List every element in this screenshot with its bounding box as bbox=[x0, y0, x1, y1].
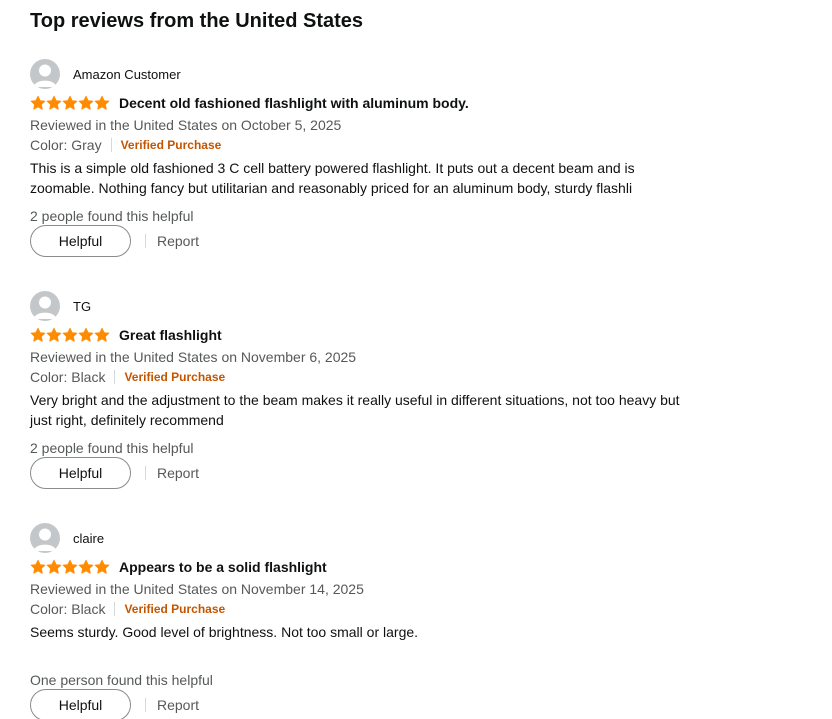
divider bbox=[145, 234, 146, 248]
star-icon bbox=[94, 327, 110, 342]
helpful-count: One person found this helpful bbox=[30, 672, 213, 688]
review-card: TG Great flashlight Reviewed in the Unit… bbox=[30, 290, 810, 510]
helpful-count: 2 people found this helpful bbox=[30, 440, 194, 456]
verified-purchase-badge: Verified Purchase bbox=[124, 370, 226, 384]
avatar-icon bbox=[30, 523, 60, 553]
review-date: Reviewed in the United States on Novembe… bbox=[30, 349, 357, 365]
helpful-button[interactable]: Helpful bbox=[30, 225, 131, 257]
review-actions: Helpful Report bbox=[30, 225, 199, 257]
variant-label: Color: Black bbox=[30, 601, 106, 617]
review-format-strip: Color: Black Verified Purchase bbox=[30, 599, 225, 619]
reviewer-profile[interactable]: claire bbox=[30, 522, 104, 554]
review-card: claire Appears to be a solid flashlight … bbox=[30, 522, 810, 719]
variant-label: Color: Black bbox=[30, 369, 106, 385]
reviewer-profile[interactable]: Amazon Customer bbox=[30, 58, 181, 90]
helpful-button[interactable]: Helpful bbox=[30, 457, 131, 489]
star-icon bbox=[62, 559, 78, 574]
star-icon bbox=[62, 95, 78, 110]
review-format-strip: Color: Black Verified Purchase bbox=[30, 367, 225, 387]
star-icon bbox=[78, 327, 94, 342]
divider bbox=[145, 466, 146, 480]
report-link[interactable]: Report bbox=[157, 697, 199, 713]
divider bbox=[145, 698, 146, 712]
star-icon bbox=[46, 327, 62, 342]
report-link[interactable]: Report bbox=[157, 233, 199, 249]
reviews-page: Top reviews from the United States Amazo… bbox=[0, 0, 832, 719]
avatar-icon bbox=[30, 291, 60, 321]
review-card: Amazon Customer Decent old fashioned fla… bbox=[30, 58, 810, 278]
star-icon bbox=[62, 327, 78, 342]
review-title[interactable]: Decent old fashioned flashlight with alu… bbox=[119, 95, 469, 111]
review-body: Very bright and the adjustment to the be… bbox=[30, 392, 680, 428]
helpful-button[interactable]: Helpful bbox=[30, 689, 131, 719]
verified-purchase-badge: Verified Purchase bbox=[120, 138, 222, 152]
reviewer-name: Amazon Customer bbox=[73, 66, 181, 82]
review-body: Seems sturdy. Good level of brightness. … bbox=[30, 624, 419, 640]
helpful-count: 2 people found this helpful bbox=[30, 208, 194, 224]
section-title: Top reviews from the United States bbox=[30, 10, 364, 32]
reviewer-name: TG bbox=[73, 298, 92, 314]
review-actions: Helpful Report bbox=[30, 457, 199, 489]
star-icon bbox=[46, 559, 62, 574]
review-date: Reviewed in the United States on October… bbox=[30, 117, 342, 133]
star-rating[interactable] bbox=[30, 559, 110, 575]
review-title[interactable]: Great flashlight bbox=[119, 327, 222, 343]
divider bbox=[114, 602, 116, 616]
review-title-row: Appears to be a solid flashlight bbox=[30, 557, 327, 577]
star-icon bbox=[30, 559, 46, 574]
star-icon bbox=[30, 95, 46, 110]
variant-label: Color: Gray bbox=[30, 137, 102, 153]
reviewer-name: claire bbox=[73, 530, 105, 546]
star-rating[interactable] bbox=[30, 327, 110, 343]
review-title-row: Decent old fashioned flashlight with alu… bbox=[30, 93, 469, 113]
star-icon bbox=[94, 95, 110, 110]
star-rating[interactable] bbox=[30, 95, 110, 111]
divider bbox=[114, 370, 116, 384]
report-link[interactable]: Report bbox=[157, 465, 199, 481]
verified-purchase-badge: Verified Purchase bbox=[124, 602, 226, 616]
review-title-row: Great flashlight bbox=[30, 325, 222, 345]
star-icon bbox=[30, 327, 46, 342]
review-body: This is a simple old fashioned 3 C cell … bbox=[30, 160, 635, 196]
reviewer-profile[interactable]: TG bbox=[30, 290, 91, 322]
star-icon bbox=[46, 95, 62, 110]
star-icon bbox=[78, 559, 94, 574]
review-actions: Helpful Report bbox=[30, 689, 199, 719]
divider bbox=[110, 138, 112, 152]
review-format-strip: Color: Gray Verified Purchase bbox=[30, 135, 221, 155]
star-icon bbox=[78, 95, 94, 110]
star-icon bbox=[94, 559, 110, 574]
review-title[interactable]: Appears to be a solid flashlight bbox=[119, 559, 327, 575]
avatar-icon bbox=[30, 59, 60, 89]
review-date: Reviewed in the United States on Novembe… bbox=[30, 581, 364, 597]
